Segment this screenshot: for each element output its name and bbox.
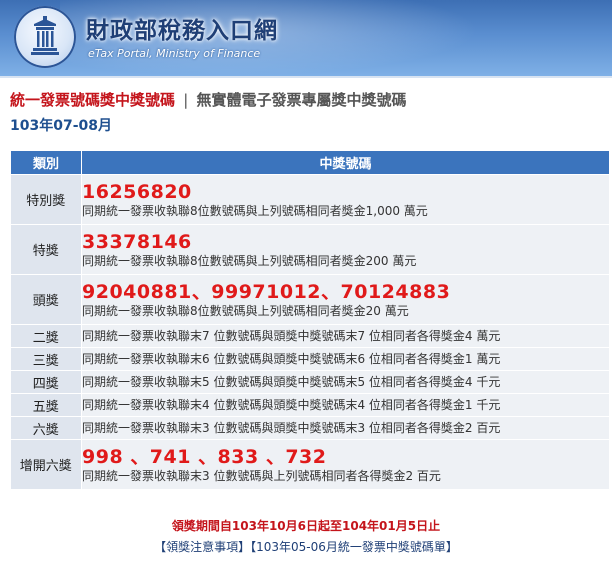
category-cell: 特獎	[10, 224, 82, 275]
table-row-special-prize: 特別獎 16256820 同期統一發票收執聯8位數號碼與上列號碼相同者獎金1,0…	[10, 174, 610, 225]
table-header-row: 類別 中獎號碼	[10, 150, 610, 175]
previous-period-link[interactable]: 103年05-06月統一發票中獎號碼單	[256, 540, 446, 554]
detail-cell: 33378146 同期統一發票收執聯8位數號碼與上列號碼相同者獎金200 萬元	[81, 224, 610, 275]
claim-notes-link[interactable]: 領獎注意事項	[166, 540, 238, 554]
prize-table: 類別 中獎號碼 特別獎 16256820 同期統一發票收執聯8位數號碼與上列號碼…	[10, 150, 610, 490]
prize-description: 同期統一發票收執聯8位數號碼與上列號碼相同者獎金200 萬元	[82, 253, 417, 268]
table-row-fifth-prize: 五獎 同期統一發票收執聯末4 位數號碼與頭獎中獎號碼末4 位相同者各得獎金1 千…	[10, 393, 610, 417]
table-row-grand-prize: 特獎 33378146 同期統一發票收執聯8位數號碼與上列號碼相同者獎金200 …	[10, 224, 610, 275]
header-divider	[0, 76, 612, 78]
prize-description: 同期統一發票收執聯末6 位數號碼與頭獎中獎號碼末6 位相同者各得獎金1 萬元	[82, 352, 501, 366]
table-row-sixth-prize: 六獎 同期統一發票收執聯末3 位數號碼與頭獎中獎號碼末3 位相同者各得獎金2 百…	[10, 416, 610, 440]
category-cell: 四獎	[10, 370, 82, 394]
column-header-category: 類別	[10, 150, 82, 175]
prize-description: 同期統一發票收執聯末3 位數號碼與頭獎中獎號碼末3 位相同者各得獎金2 百元	[82, 421, 501, 435]
prize-description: 同期統一發票收執聯末5 位數號碼與頭獎中獎號碼末5 位相同者各得獎金4 千元	[82, 375, 501, 389]
category-cell: 特別獎	[10, 174, 82, 225]
table-row-first-prize: 頭獎 92040881、99971012、70124883 同期統一發票收執聯8…	[10, 274, 610, 325]
detail-cell: 92040881、99971012、70124883 同期統一發票收執聯8位數號…	[81, 274, 610, 325]
site-title[interactable]: 財政部稅務入口網	[86, 11, 278, 45]
column-header-numbers: 中獎號碼	[81, 150, 610, 175]
category-cell: 二獎	[10, 324, 82, 348]
bracket-close: 】	[445, 540, 458, 554]
winning-number: 16256820	[82, 180, 192, 203]
category-cell: 頭獎	[10, 274, 82, 325]
winning-number: 998 、741 、833 、732	[82, 445, 327, 468]
prize-description: 同期統一發票收執聯末7 位數號碼與頭獎中獎號碼末7 位相同者各得獎金4 萬元	[82, 329, 501, 343]
site-subtitle: eTax Portal, Ministry of Finance	[88, 47, 261, 60]
bracket-open: 【	[154, 540, 167, 554]
detail-cell: 998 、741 、833 、732 同期統一發票收執聯末3 位數號碼與上列號碼…	[81, 439, 610, 490]
bracket-close: 】	[238, 540, 251, 554]
tab-unified-invoice[interactable]: 統一發票號碼獎中獎號碼	[10, 91, 175, 109]
table-row-second-prize: 二獎 同期統一發票收執聯末7 位數號碼與頭獎中獎號碼末7 位相同者各得獎金4 萬…	[10, 324, 610, 348]
detail-cell: 同期統一發票收執聯末4 位數號碼與頭獎中獎號碼末4 位相同者各得獎金1 千元	[81, 393, 610, 417]
detail-cell: 同期統一發票收執聯末3 位數號碼與頭獎中獎號碼末3 位相同者各得獎金2 百元	[81, 416, 610, 440]
claim-period-notice: 領獎期間自103年10月6日起至104年01月5日止	[171, 519, 441, 533]
prize-description: 同期統一發票收執聯末4 位數號碼與頭獎中獎號碼末4 位相同者各得獎金1 千元	[82, 398, 501, 412]
table-row-fourth-prize: 四獎 同期統一發票收執聯末5 位數號碼與頭獎中獎號碼末5 位相同者各得獎金4 千…	[10, 370, 610, 394]
prize-description: 同期統一發票收執聯8位數號碼與上列號碼相同者獎金1,000 萬元	[82, 203, 428, 218]
prize-description: 同期統一發票收執聯末3 位數號碼與上列號碼相同者各得獎金2 百元	[82, 468, 441, 483]
winning-number: 33378146	[82, 230, 192, 253]
detail-cell: 同期統一發票收執聯末6 位數號碼與頭獎中獎號碼末6 位相同者各得獎金1 萬元	[81, 347, 610, 371]
table-row-third-prize: 三獎 同期統一發票收執聯末6 位數號碼與頭獎中獎號碼末6 位相同者各得獎金1 萬…	[10, 347, 610, 371]
site-header: 財政部稅務入口網 eTax Portal, Ministry of Financ…	[0, 0, 612, 76]
ministry-emblem-icon[interactable]	[14, 6, 76, 68]
category-cell: 五獎	[10, 393, 82, 417]
detail-cell: 同期統一發票收執聯末7 位數號碼與頭獎中獎號碼末7 位相同者各得獎金4 萬元	[81, 324, 610, 348]
period-label: 103年07-08月	[10, 118, 112, 134]
prize-description: 同期統一發票收執聯8位數號碼與上列號碼相同者獎金20 萬元	[82, 303, 409, 318]
heading-separator: |	[183, 91, 189, 109]
detail-cell: 16256820 同期統一發票收執聯8位數號碼與上列號碼相同者獎金1,000 萬…	[81, 174, 610, 225]
winning-number: 92040881、99971012、70124883	[82, 280, 451, 303]
section-heading: 統一發票號碼獎中獎號碼 | 無實體電子發票專屬獎中獎號碼	[10, 90, 612, 110]
category-cell: 增開六獎	[10, 439, 82, 490]
table-row-additional-sixth-prize: 增開六獎 998 、741 、833 、732 同期統一發票收執聯末3 位數號碼…	[10, 439, 610, 490]
category-cell: 三獎	[10, 347, 82, 371]
footer-links: 【領獎注意事項】【103年05-06月統一發票中獎號碼單】	[0, 538, 612, 555]
tab-e-invoice[interactable]: 無實體電子發票專屬獎中獎號碼	[197, 91, 407, 109]
detail-cell: 同期統一發票收執聯末5 位數號碼與頭獎中獎號碼末5 位相同者各得獎金4 千元	[81, 370, 610, 394]
category-cell: 六獎	[10, 416, 82, 440]
